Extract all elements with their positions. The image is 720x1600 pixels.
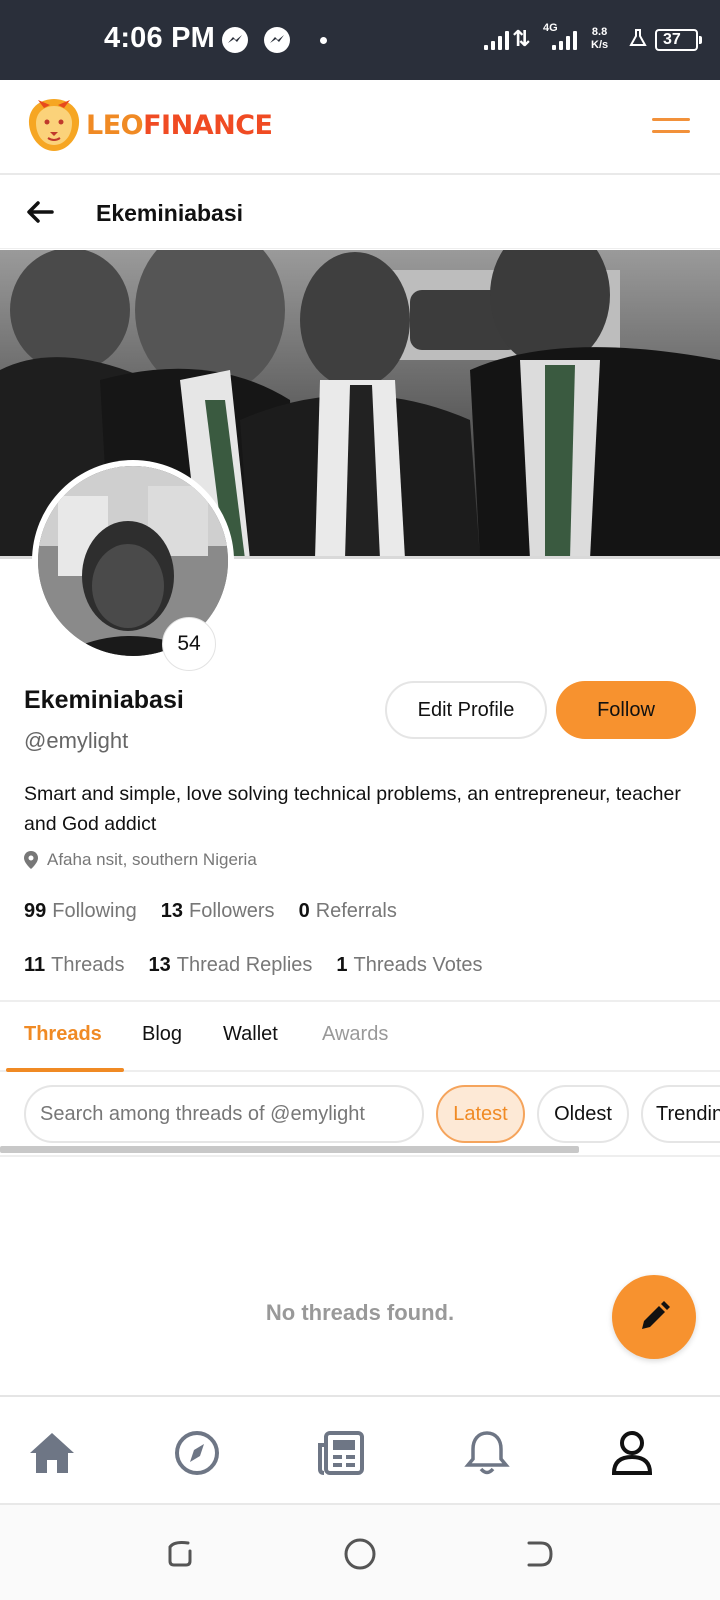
bottom-navigation bbox=[0, 1395, 720, 1503]
network-speed: 8.8 K/s bbox=[591, 26, 609, 51]
home-button-icon[interactable] bbox=[343, 1537, 377, 1576]
flask-icon bbox=[628, 28, 648, 53]
signal-icon bbox=[484, 31, 509, 50]
menu-icon[interactable] bbox=[652, 118, 690, 136]
tab-awards[interactable]: Awards bbox=[322, 1023, 388, 1046]
notification-dot bbox=[320, 37, 327, 44]
battery-icon: 37 bbox=[655, 29, 702, 51]
reputation-badge: 54 bbox=[162, 617, 216, 671]
profile-location: Afaha nsit, southern Nigeria bbox=[24, 850, 257, 870]
following-stat[interactable]: 99 Following bbox=[24, 900, 137, 923]
thread-replies-stat: 13 Thread Replies bbox=[148, 954, 313, 976]
back-arrow-icon[interactable] bbox=[26, 197, 54, 231]
horizontal-scrollbar[interactable] bbox=[0, 1146, 579, 1153]
signal-icon bbox=[552, 31, 577, 50]
filter-latest[interactable]: Latest bbox=[436, 1085, 525, 1143]
location-pin-icon bbox=[24, 851, 38, 869]
page-title: Ekeminiabasi bbox=[96, 200, 244, 226]
tab-blog[interactable]: Blog bbox=[142, 1023, 182, 1046]
profile-bio: Smart and simple, love solving technical… bbox=[24, 783, 681, 835]
threads-votes-stat: 1 Threads Votes bbox=[336, 954, 483, 976]
status-bar: 4:06 PM ⇅ 4G 8.8 K/s 37 bbox=[0, 0, 720, 80]
clock: 4:06 PM bbox=[104, 22, 215, 54]
profile-tabs: Threads Blog Wallet Awards bbox=[0, 1000, 720, 1072]
lion-logo-icon bbox=[28, 99, 80, 151]
tab-threads[interactable]: Threads bbox=[24, 1023, 102, 1046]
follow-button[interactable]: Follow bbox=[556, 681, 696, 739]
messenger-icon bbox=[222, 27, 248, 53]
referrals-stat[interactable]: 0 Referrals bbox=[299, 900, 397, 923]
threads-stat: 11 Threads bbox=[24, 954, 125, 976]
pencil-icon bbox=[642, 1301, 670, 1329]
edit-profile-button[interactable]: Edit Profile bbox=[385, 681, 547, 739]
messenger-icon bbox=[264, 27, 290, 53]
logo-text: LEOFINANCE bbox=[86, 109, 273, 141]
thread-search-input[interactable] bbox=[24, 1085, 424, 1143]
data-arrows-icon: ⇅ bbox=[512, 26, 531, 51]
followers-stat[interactable]: 13 Followers bbox=[161, 900, 275, 923]
back-button-icon[interactable] bbox=[523, 1537, 555, 1574]
follow-stats: 99 Following 13 Followers 0 Referrals bbox=[24, 900, 397, 923]
page-header: Ekeminiabasi bbox=[0, 177, 720, 249]
explore-icon[interactable] bbox=[171, 1427, 223, 1479]
profile-handle: @emylight bbox=[24, 728, 129, 753]
tab-wallet[interactable]: Wallet bbox=[223, 1023, 278, 1046]
profile-name: Ekeminiabasi bbox=[24, 686, 184, 714]
news-icon[interactable] bbox=[316, 1427, 368, 1479]
compose-button[interactable] bbox=[612, 1275, 696, 1359]
filter-oldest[interactable]: Oldest bbox=[537, 1085, 629, 1143]
filter-trending[interactable]: Trending bbox=[641, 1085, 720, 1143]
bell-icon[interactable] bbox=[461, 1427, 513, 1479]
app-header: LEOFINANCE bbox=[0, 80, 720, 175]
thread-stats: 11 Threads 13 Thread Replies 1 Threads Vote… bbox=[24, 954, 483, 977]
profile-icon[interactable] bbox=[606, 1427, 658, 1479]
leofinance-logo[interactable]: LEOFINANCE bbox=[26, 96, 273, 154]
home-icon[interactable] bbox=[26, 1427, 78, 1479]
system-navigation-bar bbox=[0, 1503, 720, 1600]
recent-apps-icon[interactable] bbox=[164, 1537, 196, 1574]
active-tab-indicator bbox=[6, 1068, 124, 1072]
